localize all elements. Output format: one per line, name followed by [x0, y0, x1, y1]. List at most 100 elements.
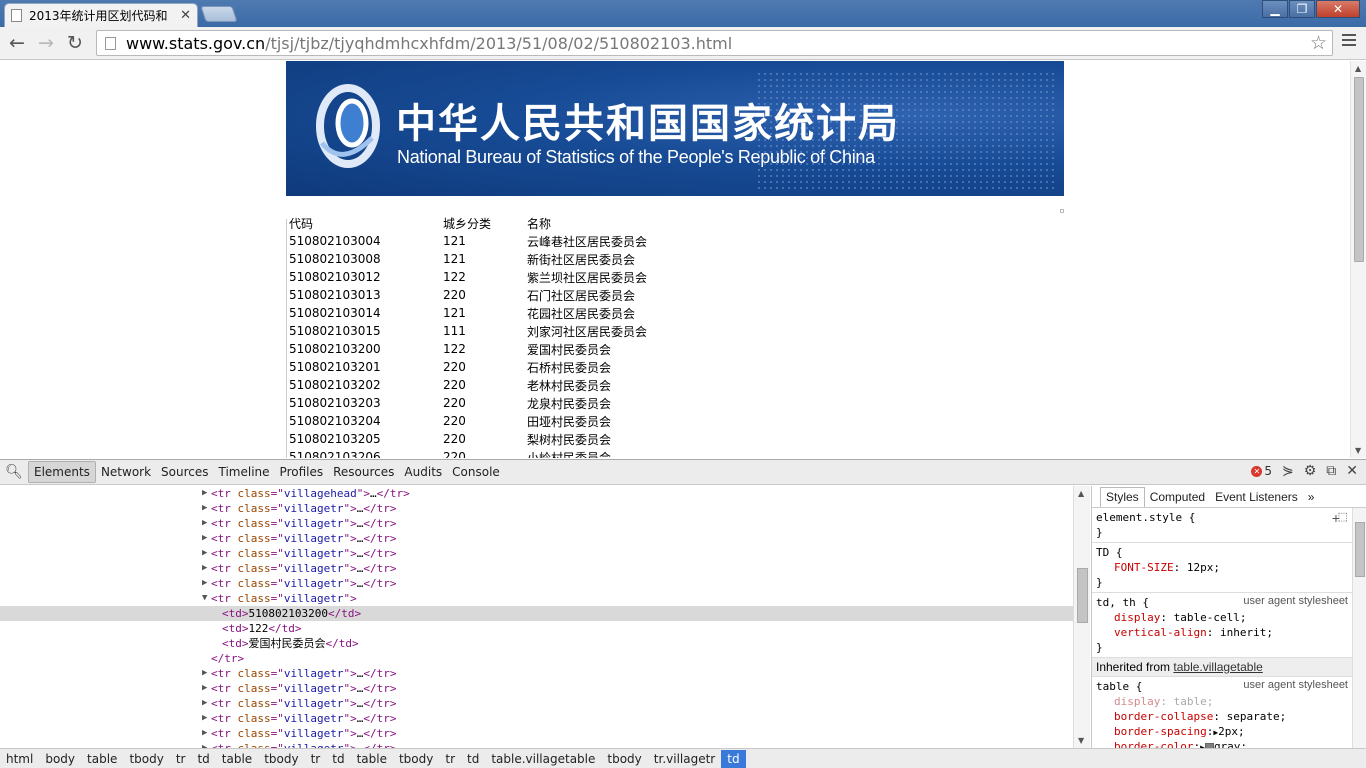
address-bar[interactable]: www.stats.gov.cn/tjsj/tjbz/tjyqhdmhcxhfd…: [96, 30, 1333, 56]
dom-node-line[interactable]: </tr>: [0, 651, 1073, 666]
scroll-up-icon[interactable]: ▲: [1078, 489, 1084, 498]
dom-node-line[interactable]: ▶<tr class="villagetr">…</tr>: [0, 666, 1073, 681]
browser-tab[interactable]: 2013年统计用区划代码和 ✕: [4, 3, 198, 27]
breadcrumb-item[interactable]: tr.villagetr: [648, 750, 721, 768]
expand-arrow-icon[interactable]: ▶: [202, 501, 207, 516]
expand-arrow-icon[interactable]: ▶: [202, 561, 207, 576]
tab-timeline[interactable]: Timeline: [214, 462, 275, 482]
expand-arrow-icon[interactable]: ▶: [202, 741, 207, 748]
scroll-down-icon[interactable]: ▼: [1355, 446, 1361, 455]
page-scrollbar[interactable]: ▲ ▼: [1350, 61, 1366, 458]
styles-scrollbar[interactable]: [1352, 508, 1366, 748]
close-window-button[interactable]: ✕: [1316, 0, 1360, 18]
dom-node-line[interactable]: <td>122</td>: [0, 621, 1073, 636]
reload-icon[interactable]: ↻: [63, 32, 87, 54]
scroll-down-icon[interactable]: ▼: [1078, 736, 1084, 745]
toggle-state-icon[interactable]: ⬚: [1338, 510, 1348, 523]
restore-button[interactable]: ❐: [1289, 0, 1315, 18]
close-tab-icon[interactable]: ✕: [180, 8, 191, 23]
dom-node-line[interactable]: ▼<tr class="villagetr">: [0, 591, 1073, 606]
breadcrumb-item[interactable]: td: [191, 750, 215, 768]
breadcrumb-item[interactable]: tbody: [601, 750, 647, 768]
expand-arrow-icon[interactable]: ▶: [202, 516, 207, 531]
property-name[interactable]: display: [1114, 611, 1160, 624]
tab-resources[interactable]: Resources: [328, 462, 399, 482]
property-value[interactable]: table;: [1174, 695, 1214, 708]
dom-node-line[interactable]: <td>510802103200</td>: [0, 606, 1073, 621]
property-value[interactable]: gray;: [1214, 740, 1247, 748]
dom-node-line[interactable]: ▶<tr class="villagetr">…</tr>: [0, 561, 1073, 576]
dom-node-line[interactable]: ▶<tr class="villagetr">…</tr>: [0, 516, 1073, 531]
scrollbar-thumb[interactable]: [1354, 77, 1364, 262]
tab-styles[interactable]: Styles: [1100, 487, 1145, 507]
property-name[interactable]: vertical-align: [1114, 626, 1207, 639]
tab-profiles[interactable]: Profiles: [275, 462, 329, 482]
breadcrumb-item[interactable]: td: [721, 750, 745, 768]
breadcrumb-item[interactable]: table.villagetable: [485, 750, 601, 768]
scroll-up-icon[interactable]: ▲: [1355, 64, 1361, 73]
dom-node-line[interactable]: ▶<tr class="villagetr">…</tr>: [0, 741, 1073, 748]
dom-node-line[interactable]: ▶<tr class="villagetr">…</tr>: [0, 531, 1073, 546]
close-devtools-icon[interactable]: ✕: [1346, 463, 1358, 479]
breadcrumb-item[interactable]: table: [81, 750, 123, 768]
expand-arrow-icon[interactable]: ▶: [202, 576, 207, 591]
dom-node-line[interactable]: ▶<tr class="villagetr">…</tr>: [0, 576, 1073, 591]
breadcrumb-item[interactable]: html: [0, 750, 39, 768]
breadcrumb-item[interactable]: tbody: [393, 750, 439, 768]
breadcrumb-item[interactable]: tr: [439, 750, 461, 768]
tab-elements[interactable]: Elements: [28, 461, 96, 483]
expand-arrow-icon[interactable]: ▶: [202, 726, 207, 741]
tab-computed[interactable]: Computed: [1145, 488, 1210, 507]
breadcrumb-item[interactable]: table: [351, 750, 393, 768]
breadcrumb-item[interactable]: tr: [305, 750, 327, 768]
dom-node-line[interactable]: ▶<tr class="villagetr">…</tr>: [0, 681, 1073, 696]
tab-console[interactable]: Console: [447, 462, 505, 482]
elements-tree[interactable]: ▶<tr class="villagehead">…</tr> ▶<tr clas…: [0, 486, 1073, 748]
breadcrumb-item[interactable]: body: [39, 750, 81, 768]
menu-icon[interactable]: [1342, 34, 1356, 49]
property-name[interactable]: border-color: [1114, 740, 1193, 748]
property-name[interactable]: FONT-SIZE: [1114, 561, 1174, 574]
scrollbar-thumb[interactable]: [1077, 568, 1088, 623]
gear-icon[interactable]: ⚙: [1304, 463, 1317, 479]
forward-icon[interactable]: →: [34, 32, 58, 54]
breadcrumb-item[interactable]: td: [461, 750, 485, 768]
expand-arrow-icon[interactable]: ▶: [202, 546, 207, 561]
breadcrumb-item[interactable]: td: [326, 750, 350, 768]
elements-scrollbar[interactable]: ▲ ▼: [1073, 486, 1090, 748]
property-value[interactable]: inherit;: [1220, 626, 1273, 639]
inherited-link[interactable]: table.villagetable: [1173, 660, 1262, 674]
tab-network[interactable]: Network: [96, 462, 156, 482]
dock-icon[interactable]: ⧉: [1326, 463, 1336, 479]
dom-node-line[interactable]: ▶<tr class="villagetr">…</tr>: [0, 711, 1073, 726]
drawer-toggle-icon[interactable]: ⋟: [1282, 463, 1294, 479]
scrollbar-thumb[interactable]: [1355, 522, 1365, 577]
property-name[interactable]: display: [1114, 695, 1160, 708]
expand-arrow-icon[interactable]: ▶: [202, 486, 207, 501]
property-value[interactable]: 12px;: [1187, 561, 1220, 574]
breadcrumb-item[interactable]: tbody: [258, 750, 304, 768]
new-tab-button[interactable]: [200, 6, 237, 22]
dom-node-line[interactable]: ▶<tr class="villagetr">…</tr>: [0, 546, 1073, 561]
search-icon[interactable]: 🔍︎: [0, 464, 28, 480]
minimize-button[interactable]: ▁: [1262, 0, 1288, 18]
dom-node-line[interactable]: ▶<tr class="villagehead">…</tr>: [0, 486, 1073, 501]
collapse-arrow-icon[interactable]: ▼: [202, 591, 207, 606]
tab-sources[interactable]: Sources: [156, 462, 213, 482]
more-tabs-icon[interactable]: »: [1303, 488, 1320, 507]
expand-arrow-icon[interactable]: ▶: [202, 711, 207, 726]
expand-arrow-icon[interactable]: ▶: [202, 531, 207, 546]
property-name[interactable]: border-collapse: [1114, 710, 1213, 723]
property-value[interactable]: separate;: [1227, 710, 1287, 723]
bookmark-star-icon[interactable]: ☆: [1310, 32, 1327, 54]
breadcrumb-item[interactable]: table: [216, 750, 258, 768]
expand-arrow-icon[interactable]: ▶: [202, 696, 207, 711]
dom-node-line[interactable]: ▶<tr class="villagetr">…</tr>: [0, 696, 1073, 711]
tab-event-listeners[interactable]: Event Listeners: [1210, 488, 1303, 507]
breadcrumb-item[interactable]: tbody: [123, 750, 169, 768]
dom-node-line[interactable]: <td>爱国村民委员会</td>: [0, 636, 1073, 651]
error-count-badge[interactable]: ✕5: [1251, 464, 1272, 478]
expand-arrow-icon[interactable]: ▶: [202, 681, 207, 696]
back-icon[interactable]: ←: [5, 32, 29, 54]
tab-audits[interactable]: Audits: [399, 462, 447, 482]
